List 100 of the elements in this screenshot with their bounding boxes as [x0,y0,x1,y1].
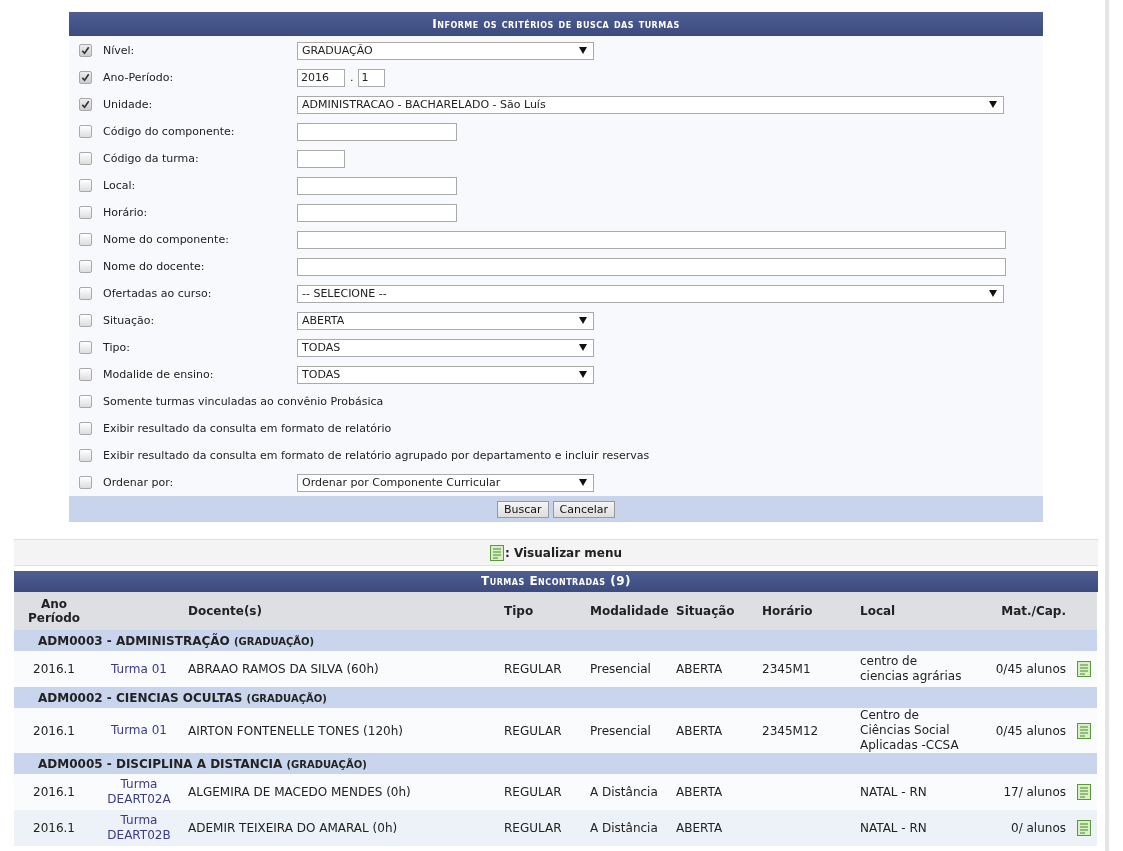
class-link[interactable]: Turma DEART02B [98,813,180,843]
table-cell: Presencial [586,708,672,753]
column-header: Local [856,592,972,630]
dropdown[interactable]: ADMINISTRACAO - BACHARELADO - São Luís [297,95,1004,114]
table-cell: centro de ciencias agrárias [856,651,972,687]
column-header: Docente(s) [184,592,500,630]
class-link[interactable]: Turma 01 [111,723,167,738]
caret-icon [579,317,587,324]
dropdown[interactable]: ABERTA [297,311,594,330]
dropdown[interactable]: GRADUAÇÃO [297,41,594,60]
table-cell: ABERTA [672,651,758,687]
field-label: Local: [103,179,137,192]
field-label: Nome do componente: [103,233,230,246]
caret-icon [579,344,587,351]
table-cell: ABRAAO RAMOS DA SILVA (60h) [184,651,500,687]
field-label: Ofertadas ao curso: [103,287,213,300]
checkbox[interactable] [79,98,92,111]
field-label: Nível: [103,44,136,57]
checkbox[interactable] [79,395,92,408]
checkbox[interactable] [79,206,92,219]
text-field[interactable] [297,176,457,195]
table-cell: Presencial [586,651,672,687]
table-cell: 2016.1 [14,810,94,846]
dropdown[interactable]: -- SELECIONE -- [297,284,1004,303]
checkbox[interactable] [79,71,92,84]
checkbox[interactable] [79,260,92,273]
table-cell: 17/ alunos [972,774,1070,810]
field-label: Exibir resultado da consulta em formato de relatório [103,422,392,435]
checkbox[interactable] [79,476,92,489]
field-label: Situação: [103,314,156,327]
checkbox[interactable] [79,422,92,435]
table-cell: NATAL - RN [856,774,972,810]
field-label: Exibir resultado da consulta em formato de relatório agrupado por departamento e incluir reservas [103,449,650,462]
field-label: Horário: [103,206,149,219]
document-icon[interactable] [1076,722,1091,739]
table-cell: REGULAR [500,774,586,810]
table-cell: NATAL - RN [856,810,972,846]
text-field[interactable] [297,149,345,168]
document-icon[interactable] [1076,661,1091,677]
column-header: Mat./Cap. [972,592,1070,630]
text-field[interactable] [297,230,1006,249]
column-header: Tipo [500,592,586,630]
column-header: Situação [672,592,758,630]
group-heading: ADM0002 - CIENCIAS OCULTAS (GRADUAÇÃO) [38,690,327,705]
field-label: Ordenar por: [103,476,175,489]
caret-icon [989,290,997,297]
table-cell: ABERTA [672,810,758,846]
checkbox[interactable] [79,125,92,138]
field-label: Código do componente: [103,125,236,138]
form-button[interactable]: Cancelar [552,500,616,518]
table-cell: ALGEMIRA DE MACEDO MENDES (0h) [184,774,500,810]
form-title: Informe os critérios de busca das turmas [69,12,1043,36]
group-heading: ADM0005 - DISCIPLINA A DISTANCIA (GRADUAÇÃO) [38,756,367,771]
dropdown[interactable]: Ordenar por Componente Curricular [297,473,594,492]
form-button[interactable]: Buscar [496,500,549,518]
table-cell: A Distância [586,810,672,846]
field-label: Unidade: [103,98,154,111]
period-field[interactable]: 1 [357,68,385,87]
menu-link[interactable]: : Visualizar menu [504,545,623,560]
field-label: Código da turma: [103,152,200,165]
checkbox[interactable] [79,44,92,57]
checkbox[interactable] [79,233,92,246]
table-cell: REGULAR [500,708,586,753]
document-icon[interactable] [489,544,504,561]
text-field[interactable] [297,203,457,222]
column-header: Modalidade [586,592,672,630]
table-cell: 0/45 alunos [972,651,1070,687]
year-field[interactable]: 2016 [297,68,345,87]
checkbox[interactable] [79,287,92,300]
field-label: Tipo: [103,341,131,354]
document-icon[interactable] [1076,820,1091,836]
table-cell: ADEMIR TEIXEIRA DO AMARAL (0h) [184,810,500,846]
document-icon[interactable] [1076,784,1091,800]
dropdown[interactable]: TODAS [297,365,594,384]
caret-icon [989,101,997,108]
table-cell: Centro de Ciências Social Aplicadas -CCSA [856,708,972,753]
table-cell: AIRTON FONTENELLE TONES (120h) [184,708,500,753]
checkbox[interactable] [79,449,92,462]
table-cell: 2345M1 [762,662,811,676]
class-link[interactable]: Turma DEART02A [98,777,180,807]
table-cell: 2345M12 [762,723,819,738]
text-field[interactable] [297,122,457,141]
checkbox[interactable] [79,152,92,165]
checkbox[interactable] [79,314,92,327]
field-label: Modalide de ensino: [103,368,215,381]
group-heading: ADM0003 - ADMINISTRAÇÃO (GRADUAÇÃO) [38,633,315,648]
field-label: Somente turmas vinculadas ao convênio Probásica [103,395,384,408]
text-field[interactable] [297,257,1006,276]
table-cell: A Distância [586,774,672,810]
checkbox[interactable] [79,341,92,354]
table-cell: ABERTA [672,774,758,810]
separator: . [350,71,354,84]
field-label: Nome do docente: [103,260,206,273]
class-link[interactable]: Turma 01 [111,661,167,677]
checkbox[interactable] [79,368,92,381]
table-cell: 2016.1 [14,651,94,687]
table-cell: 0/45 alunos [972,708,1070,753]
results-title: Turmas Encontradas (9) [14,571,1098,592]
dropdown[interactable]: TODAS [297,338,594,357]
checkbox[interactable] [79,179,92,192]
